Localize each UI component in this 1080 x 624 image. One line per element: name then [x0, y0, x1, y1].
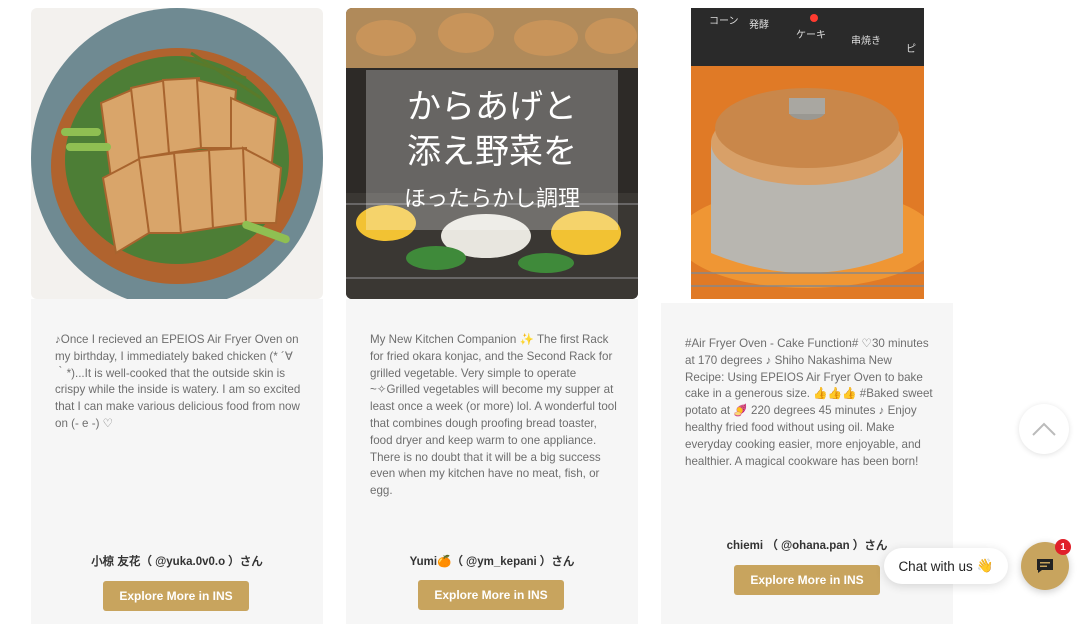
chat-label: Chat with us: [898, 558, 973, 574]
chat-bubble-icon: [1037, 559, 1053, 573]
oven-label-1: コーン: [709, 16, 739, 27]
overlay-line-1: からあげと: [407, 87, 577, 127]
review-author-2: Yumi🍊（ @ym_kepani ）さん: [409, 556, 575, 568]
explore-ins-button-1[interactable]: Explore More in INS: [103, 581, 249, 611]
chat-with-us-button[interactable]: Chat with us 👋: [884, 548, 1008, 584]
review-photo-1[interactable]: [31, 8, 323, 299]
roasted-vegetables-image: からあげと 添え野菜を ほったらかし調理: [346, 8, 638, 299]
notification-badge: 1: [1055, 539, 1071, 555]
review-author-1: 小椋 友花（ @yuka.0v0.o ）さん: [91, 556, 263, 568]
grilled-chicken-image: [31, 8, 323, 299]
oven-label-3: ケーキ: [796, 29, 826, 41]
review-card-body-1: ♪Once I recieved an EPEIOS Air Fryer Ove…: [31, 299, 323, 624]
oven-label-4: 串焼き: [851, 35, 881, 47]
review-photo-3[interactable]: コーン 発酵 ケーキ 串焼き ピ: [691, 8, 924, 299]
oven-label-5: ピ: [906, 43, 916, 55]
overlay-line-3: ほったらかし調理: [404, 187, 580, 212]
chiffon-cake-image: コーン 発酵 ケーキ 串焼き ピ: [691, 8, 924, 299]
review-card-body-2: My New Kitchen Companion ✨ The first Rac…: [346, 299, 638, 624]
oven-label-2: 発酵: [749, 18, 769, 31]
chevron-up-icon: [1032, 422, 1056, 436]
waving-hand-icon: 👋: [976, 558, 994, 573]
review-text-1: ♪Once I recieved an EPEIOS Air Fryer Ove…: [55, 333, 301, 430]
review-text-3: #Air Fryer Oven - Cake Function# ♡30 min…: [685, 337, 933, 468]
explore-ins-button-3[interactable]: Explore More in INS: [734, 565, 880, 595]
overlay-line-2: 添え野菜を: [407, 132, 577, 172]
review-photo-2[interactable]: からあげと 添え野菜を ほったらかし調理: [346, 8, 638, 299]
scroll-to-top-button[interactable]: [1019, 404, 1069, 454]
review-text-2: My New Kitchen Companion ✨ The first Rac…: [370, 333, 617, 498]
explore-ins-button-2[interactable]: Explore More in INS: [418, 580, 564, 610]
